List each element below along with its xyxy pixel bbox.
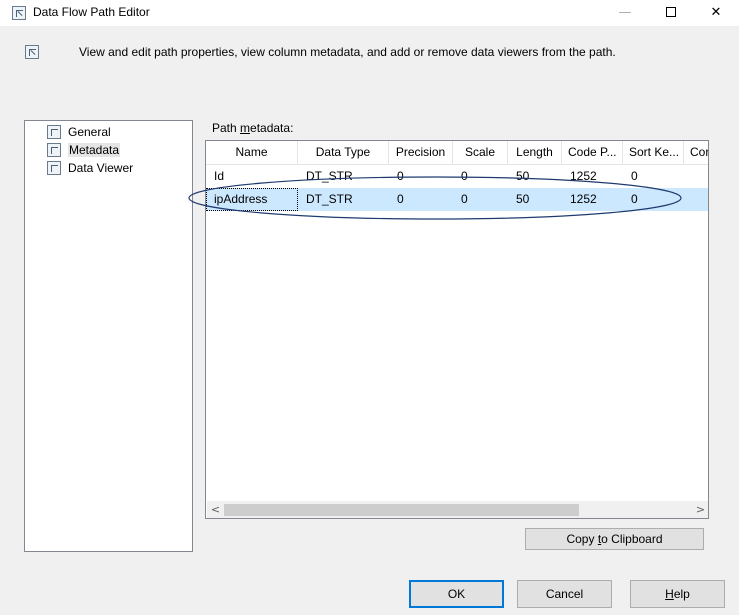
scroll-right-arrow-icon[interactable]: > <box>692 501 708 518</box>
ok-button[interactable]: OK <box>409 580 504 608</box>
scrollbar-thumb[interactable] <box>224 504 579 516</box>
header-description: View and edit path properties, view colu… <box>79 45 616 59</box>
nav-item-label: General <box>68 125 111 139</box>
column-header-precision[interactable]: Precision <box>389 141 453 165</box>
nav-item-label: Data Viewer <box>68 161 134 175</box>
column-header-sort-key[interactable]: Sort Ke... <box>623 141 684 165</box>
cancel-button[interactable]: Cancel <box>517 580 612 608</box>
horizontal-scrollbar[interactable]: < > <box>207 501 708 518</box>
column-header-data-type[interactable]: Data Type <box>298 141 389 165</box>
column-header-name[interactable]: Name <box>206 141 298 165</box>
button-text: o Clipboard <box>601 532 663 546</box>
label-text: Path <box>212 121 241 135</box>
column-header-length[interactable]: Length <box>508 141 562 165</box>
maximize-button[interactable] <box>648 0 694 26</box>
nav-item-metadata[interactable]: Metadata <box>47 141 121 159</box>
nav-item-general[interactable]: General <box>47 123 111 141</box>
annotation-ellipse <box>188 176 682 220</box>
path-editor-icon <box>25 45 39 59</box>
button-text: elp <box>673 587 690 601</box>
label-mnemonic: m <box>240 121 251 135</box>
copy-to-clipboard-button[interactable]: Copy to Clipboard <box>525 528 704 550</box>
minimize-button[interactable]: — <box>602 0 648 26</box>
app-icon <box>12 6 26 20</box>
nav-panel: General Metadata Data Viewer <box>24 120 193 552</box>
title-bar: Data Flow Path Editor — ✕ <box>0 0 739 26</box>
maximize-icon <box>666 6 676 17</box>
path-metadata-label: Path metadata: <box>212 121 293 135</box>
help-button[interactable]: Help <box>630 580 725 608</box>
button-text: Copy <box>566 532 598 546</box>
window-title: Data Flow Path Editor <box>33 5 150 19</box>
properties-icon <box>47 143 61 157</box>
button-mnemonic: H <box>665 587 674 601</box>
column-header-code-page[interactable]: Code P... <box>562 141 623 165</box>
column-header-scale[interactable]: Scale <box>453 141 508 165</box>
nav-item-data-viewer[interactable]: Data Viewer <box>47 159 133 177</box>
nav-item-label: Metadata <box>68 143 121 157</box>
properties-icon <box>47 161 61 175</box>
label-text: etadata: <box>250 121 294 135</box>
column-header-comparison[interactable]: Cor <box>684 141 708 165</box>
close-button[interactable]: ✕ <box>693 0 739 26</box>
properties-icon <box>47 125 61 139</box>
scroll-left-arrow-icon[interactable]: < <box>207 501 224 518</box>
